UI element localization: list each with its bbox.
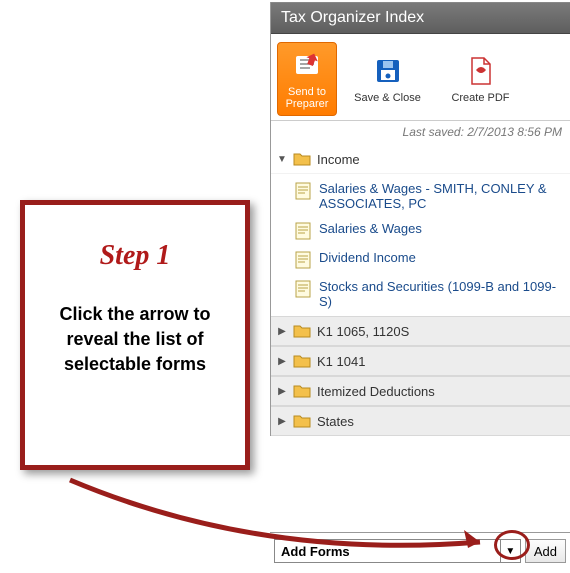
folder-states[interactable]: ▶ States bbox=[271, 406, 570, 436]
panel-title: Tax Organizer Index bbox=[271, 2, 570, 34]
folder-icon bbox=[293, 323, 311, 339]
expand-arrow-icon: ▶ bbox=[277, 326, 287, 337]
form-link-text: Stocks and Securities (1099-B and 1099-S… bbox=[319, 279, 564, 309]
document-icon bbox=[295, 182, 311, 200]
add-forms-select-label: Add Forms bbox=[281, 544, 350, 559]
form-link-text: Dividend Income bbox=[319, 250, 564, 265]
add-forms-select[interactable]: Add Forms ▼ bbox=[274, 539, 521, 563]
send-icon bbox=[290, 48, 324, 82]
last-saved-text: Last saved: 2/7/2013 8:56 PM bbox=[271, 121, 570, 145]
folder-icon bbox=[293, 151, 311, 167]
save-icon bbox=[371, 54, 405, 88]
toolbar: Send to Preparer Save & Close bbox=[271, 34, 570, 121]
folder-label: Income bbox=[317, 152, 360, 167]
add-button[interactable]: Add bbox=[525, 539, 566, 563]
save-close-button[interactable]: Save & Close bbox=[345, 42, 430, 116]
add-forms-bar: Add Forms ▼ Add bbox=[270, 532, 570, 569]
folder-label: K1 1065, 1120S bbox=[317, 324, 409, 339]
step-title: Step 1 bbox=[43, 240, 227, 272]
folder-icon bbox=[293, 383, 311, 399]
income-subitems: Salaries & Wages - SMITH, CONLEY & ASSOC… bbox=[271, 174, 570, 316]
folder-icon bbox=[293, 413, 311, 429]
create-pdf-button[interactable]: Create PDF bbox=[438, 42, 523, 116]
form-link-text: Salaries & Wages - SMITH, CONLEY & ASSOC… bbox=[319, 181, 564, 211]
folder-label: K1 1041 bbox=[317, 354, 365, 369]
form-tree: ▼ Income Salaries & Wages - SMITH, CONLE… bbox=[271, 145, 570, 436]
pdf-label: Create PDF bbox=[451, 92, 509, 104]
form-link[interactable]: Stocks and Securities (1099-B and 1099-S… bbox=[271, 274, 570, 314]
document-icon bbox=[295, 222, 311, 240]
form-link[interactable]: Salaries & Wages bbox=[271, 216, 570, 245]
document-icon bbox=[295, 251, 311, 269]
dropdown-arrow-icon[interactable]: ▼ bbox=[500, 540, 520, 562]
folder-income[interactable]: ▼ Income bbox=[271, 145, 570, 174]
folder-label: Itemized Deductions bbox=[317, 384, 435, 399]
collapse-arrow-icon: ▼ bbox=[277, 154, 287, 165]
pdf-icon bbox=[464, 54, 498, 88]
folder-k1-1065[interactable]: ▶ K1 1065, 1120S bbox=[271, 316, 570, 346]
folder-k1-1041[interactable]: ▶ K1 1041 bbox=[271, 346, 570, 376]
tax-organizer-panel: Tax Organizer Index Send to Preparer bbox=[270, 2, 570, 436]
expand-arrow-icon: ▶ bbox=[277, 416, 287, 427]
folder-itemized[interactable]: ▶ Itemized Deductions bbox=[271, 376, 570, 406]
instruction-callout: Step 1 Click the arrow to reveal the lis… bbox=[20, 200, 250, 470]
expand-arrow-icon: ▶ bbox=[277, 356, 287, 367]
form-link-text: Salaries & Wages bbox=[319, 221, 564, 236]
folder-label: States bbox=[317, 414, 354, 429]
expand-arrow-icon: ▶ bbox=[277, 386, 287, 397]
save-label: Save & Close bbox=[354, 92, 421, 104]
folder-icon bbox=[293, 353, 311, 369]
step-body: Click the arrow to reveal the list of se… bbox=[43, 302, 227, 378]
form-link[interactable]: Dividend Income bbox=[271, 245, 570, 274]
document-icon bbox=[295, 280, 311, 298]
send-label: Send to Preparer bbox=[280, 86, 334, 110]
form-link[interactable]: Salaries & Wages - SMITH, CONLEY & ASSOC… bbox=[271, 176, 570, 216]
send-to-preparer-button[interactable]: Send to Preparer bbox=[277, 42, 337, 116]
